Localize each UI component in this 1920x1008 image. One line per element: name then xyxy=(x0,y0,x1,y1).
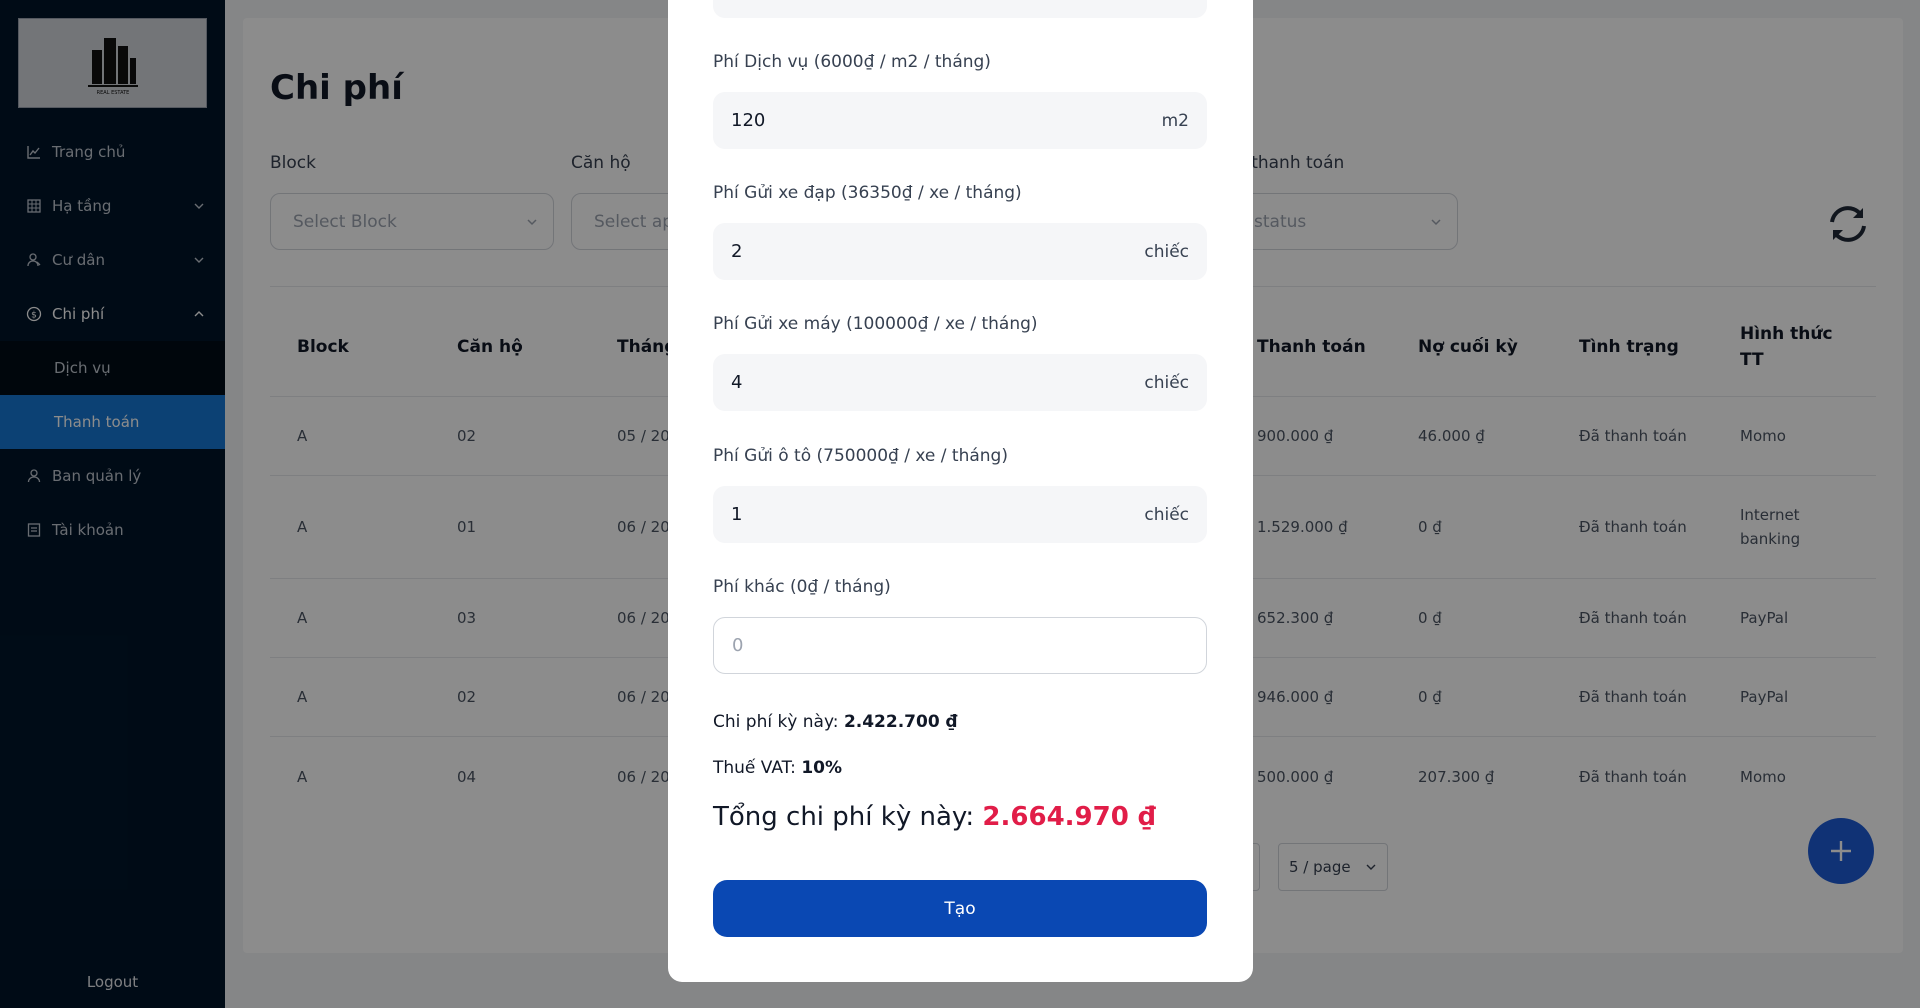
bicycle-fee-input[interactable]: 2 chiếc xyxy=(713,223,1207,280)
service-fee-unit: m2 xyxy=(1161,110,1189,131)
other-fee-input[interactable]: 0 xyxy=(713,617,1207,674)
car-fee-input[interactable]: 1 chiếc xyxy=(713,486,1207,543)
vat-label: Thuế VAT: xyxy=(713,758,796,778)
other-fee-placeholder: 0 xyxy=(732,635,744,656)
create-button[interactable]: Tạo xyxy=(713,880,1207,937)
period-cost-value: 2.422.700 ₫ xyxy=(843,712,958,732)
bicycle-fee-label: Phí Gửi xe đạp (36350₫ / xe / tháng) xyxy=(713,183,1022,203)
vat-line: Thuế VAT: 10% xyxy=(713,758,842,778)
motorbike-fee-value: 4 xyxy=(731,372,743,393)
motorbike-fee-label: Phí Gửi xe máy (100000₫ / xe / tháng) xyxy=(713,314,1038,334)
total-line: Tổng chi phí kỳ này: 2.664.970 ₫ xyxy=(713,802,1156,832)
bicycle-fee-value: 2 xyxy=(731,241,743,262)
period-cost-line: Chi phí kỳ này: 2.422.700 ₫ xyxy=(713,712,957,732)
service-fee-label: Phí Dịch vụ (6000₫ / m2 / tháng) xyxy=(713,52,991,72)
previous-field-input[interactable] xyxy=(713,0,1207,18)
motorbike-fee-input[interactable]: 4 chiếc xyxy=(713,354,1207,411)
car-fee-value: 1 xyxy=(731,504,743,525)
vat-value: 10% xyxy=(801,758,843,778)
car-fee-label: Phí Gửi ô tô (750000₫ / xe / tháng) xyxy=(713,446,1008,466)
create-fee-modal: Phí Dịch vụ (6000₫ / m2 / tháng) 120 m2 … xyxy=(668,0,1253,982)
period-cost-label: Chi phí kỳ này: xyxy=(713,712,839,732)
service-fee-value: 120 xyxy=(731,110,766,131)
total-value: 2.664.970 ₫ xyxy=(982,802,1156,832)
bicycle-fee-unit: chiếc xyxy=(1144,241,1189,262)
car-fee-unit: chiếc xyxy=(1144,504,1189,525)
service-fee-input[interactable]: 120 m2 xyxy=(713,92,1207,149)
other-fee-label: Phí khác (0₫ / tháng) xyxy=(713,577,891,597)
total-label: Tổng chi phí kỳ này: xyxy=(713,802,975,832)
motorbike-fee-unit: chiếc xyxy=(1144,372,1189,393)
